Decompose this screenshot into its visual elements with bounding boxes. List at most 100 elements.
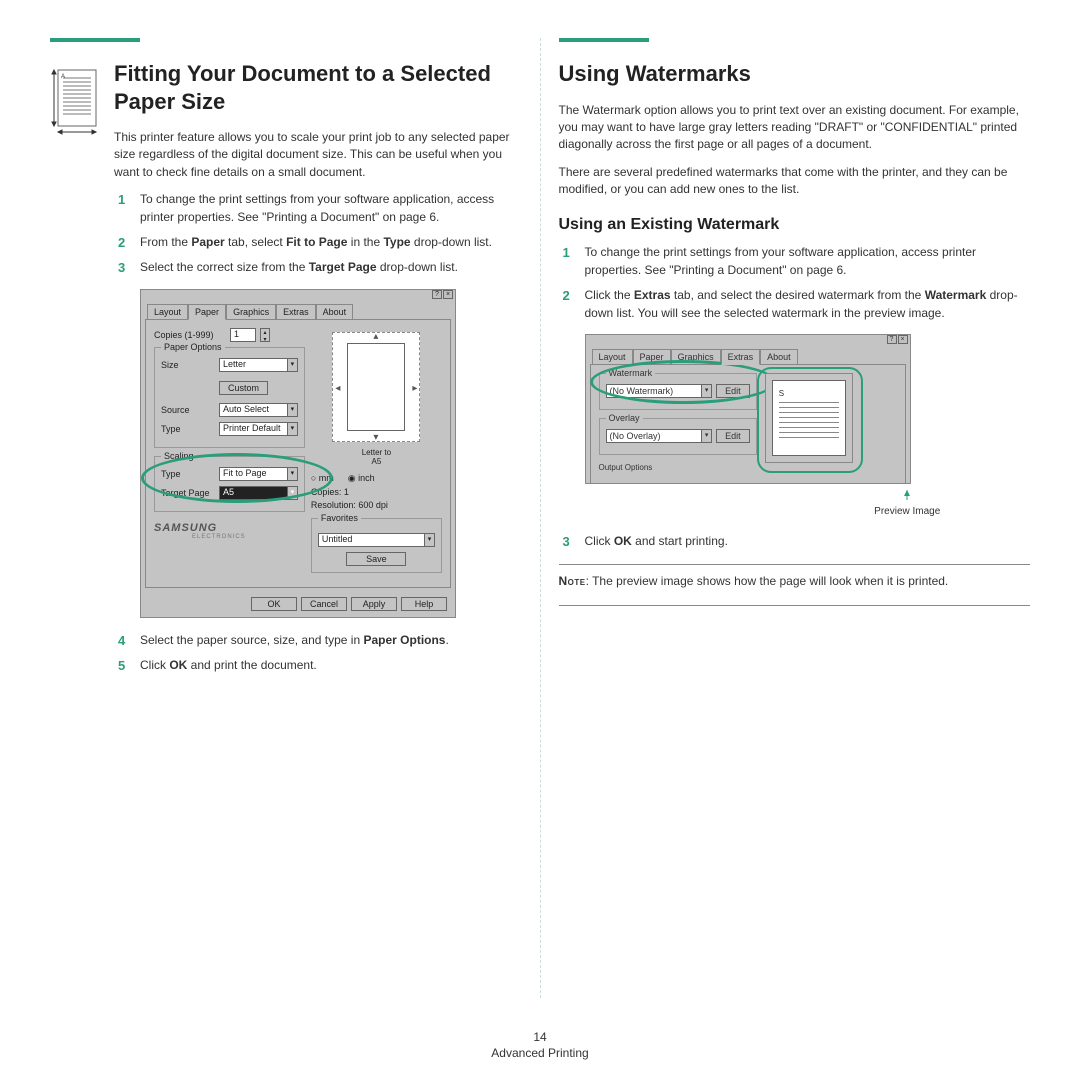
apply-button[interactable]: Apply — [351, 597, 397, 611]
scale-type-select[interactable]: Fit to Page▾ — [219, 467, 298, 481]
copies-input[interactable]: 1 — [230, 328, 256, 342]
dialog-left-pane: Copies (1-999) 1 ▴▾ Paper Options SizeLe… — [154, 328, 305, 581]
chevron-down-icon: ▾ — [287, 404, 297, 416]
brand-logo: SAMSUNG — [154, 522, 305, 534]
size-select[interactable]: Letter▾ — [219, 358, 298, 372]
left-column: A Fitting Your Document to a Selected Pa… — [50, 38, 540, 998]
watermark-fieldset: Watermark (No Watermark)▾ Edit — [599, 373, 757, 410]
note-text: Note: The preview image shows how the pa… — [559, 573, 1031, 590]
edit-overlay-button[interactable]: Edit — [716, 429, 750, 443]
tab-layout[interactable]: Layout — [592, 349, 633, 364]
dialog2-left: Watermark (No Watermark)▾ Edit Overlay (… — [599, 373, 757, 481]
subheading-existing: Using an Existing Watermark — [559, 216, 1031, 234]
close-icon[interactable]: × — [443, 290, 453, 299]
watermark-legend: Watermark — [606, 368, 656, 378]
chevron-down-icon: ▾ — [287, 359, 297, 371]
source-label: Source — [161, 405, 215, 415]
scaling-fieldset: Scaling TypeFit to Page▾ Target PageA5▾ — [154, 456, 305, 512]
help-icon[interactable]: ? — [887, 335, 897, 344]
paper-options-fieldset: Paper Options SizeLetter▾ Custom SourceA… — [154, 347, 305, 448]
overlay-fieldset: Overlay (No Overlay)▾ Edit — [599, 418, 757, 455]
section-title: Advanced Printing — [0, 1046, 1080, 1060]
save-button[interactable]: Save — [346, 552, 406, 566]
watermark-select[interactable]: (No Watermark)▾ — [606, 384, 713, 398]
unit-radios[interactable]: mminch — [311, 473, 442, 484]
tab-paper[interactable]: Paper — [633, 349, 671, 364]
tab-graphics[interactable]: Graphics — [671, 349, 721, 364]
step-3: Select the correct size from the Target … — [114, 259, 522, 276]
intro-fitting: This printer feature allows you to scale… — [114, 129, 522, 181]
preview-image-label: Preview Image — [785, 506, 1031, 517]
page-number: 14 — [0, 1030, 1080, 1044]
step-2: From the Paper tab, select Fit to Page i… — [114, 234, 522, 251]
scale-type-label: Type — [161, 469, 215, 479]
wm-step-2: Click the Extras tab, and select the des… — [559, 287, 1031, 322]
note-rule-top — [559, 564, 1031, 565]
favorites-fieldset: Favorites Untitled▾ Save — [311, 518, 442, 573]
type-select[interactable]: Printer Default▾ — [219, 422, 298, 436]
tab-extras[interactable]: Extras — [276, 304, 316, 319]
dialog-body: Copies (1-999) 1 ▴▾ Paper Options SizeLe… — [145, 319, 451, 588]
help-icon[interactable]: ? — [432, 290, 442, 299]
preview-s: S — [779, 389, 839, 398]
heading-fitting: Fitting Your Document to a Selected Pape… — [114, 60, 522, 115]
printer-properties-dialog: ? × Layout Paper Graphics Extras About C — [140, 289, 456, 618]
type-label: Type — [161, 424, 215, 434]
copies-spinner[interactable]: ▴▾ — [260, 328, 270, 342]
extras-dialog: ? × Layout Paper Graphics Extras About W… — [585, 334, 911, 484]
help-button[interactable]: Help — [401, 597, 447, 611]
close-icon[interactable]: × — [898, 335, 908, 344]
copies-label: Copies (1-999) — [154, 330, 226, 340]
edit-watermark-button[interactable]: Edit — [716, 384, 750, 398]
ok-button[interactable]: OK — [251, 597, 297, 611]
tab-graphics[interactable]: Graphics — [226, 304, 276, 319]
note-rule-bottom — [559, 605, 1031, 606]
tab-extras[interactable]: Extras — [721, 349, 761, 365]
dialog2-right: S — [765, 373, 897, 481]
watermark-p2: There are several predefined watermarks … — [559, 164, 1031, 199]
brand-subtext: ELECTRONICS — [192, 534, 305, 540]
chevron-down-icon: ▾ — [287, 487, 297, 499]
custom-button[interactable]: Custom — [219, 381, 268, 395]
cancel-button[interactable]: Cancel — [301, 597, 347, 611]
heading-watermarks: Using Watermarks — [559, 60, 1031, 88]
steps-watermark-cont: Click OK and start printing. — [559, 533, 1031, 550]
arrow-right-icon: ▸ — [412, 383, 417, 394]
tab-about[interactable]: About — [316, 304, 354, 319]
source-select[interactable]: Auto Select▾ — [219, 403, 298, 417]
dialog-right-pane: ▴ ▾ ◂ ▸ Letter to A5 mminch Copies: 1 — [311, 328, 442, 581]
dialog2-body: Watermark (No Watermark)▾ Edit Overlay (… — [590, 364, 906, 484]
page-columns: A Fitting Your Document to a Selected Pa… — [50, 38, 1030, 998]
steps-watermark: To change the print settings from your s… — [559, 244, 1031, 322]
info-resolution: Resolution: 600 dpi — [311, 500, 442, 510]
chevron-down-icon: ▾ — [701, 385, 711, 397]
dialog2-tabs: Layout Paper Graphics Extras About — [586, 345, 910, 364]
arrow-up-icon: ▴ — [373, 331, 378, 342]
info-copies: Copies: 1 — [311, 487, 442, 497]
preview-image-box: S — [765, 373, 853, 463]
accent-bar — [50, 38, 140, 42]
preview-callout: Preview Image — [585, 490, 1031, 517]
page-footer: 14 Advanced Printing — [0, 1030, 1080, 1060]
size-label: Size — [161, 360, 215, 370]
right-column: Using Watermarks The Watermark option al… — [540, 38, 1031, 998]
scaling-legend: Scaling — [161, 451, 197, 461]
steps-fitting: To change the print settings from your s… — [114, 191, 522, 277]
chevron-down-icon: ▾ — [424, 534, 434, 546]
favorites-select[interactable]: Untitled▾ — [318, 533, 435, 547]
wm-step-3: Click OK and start printing. — [559, 533, 1031, 550]
overlay-select[interactable]: (No Overlay)▾ — [606, 429, 713, 443]
steps-fitting-cont: Select the paper source, size, and type … — [114, 632, 522, 675]
wm-step-1: To change the print settings from your s… — [559, 244, 1031, 279]
preview-caption: Letter to A5 — [311, 448, 442, 467]
output-options-label: Output Options — [599, 463, 757, 472]
tab-about[interactable]: About — [760, 349, 798, 364]
tab-paper[interactable]: Paper — [188, 304, 226, 320]
tab-layout[interactable]: Layout — [147, 304, 188, 319]
chevron-down-icon: ▾ — [287, 423, 297, 435]
arrow-down-icon — [647, 490, 967, 504]
chevron-down-icon: ▾ — [701, 430, 711, 442]
favorites-legend: Favorites — [318, 513, 361, 523]
overlay-legend: Overlay — [606, 413, 643, 423]
target-page-select[interactable]: A5▾ — [219, 486, 298, 500]
